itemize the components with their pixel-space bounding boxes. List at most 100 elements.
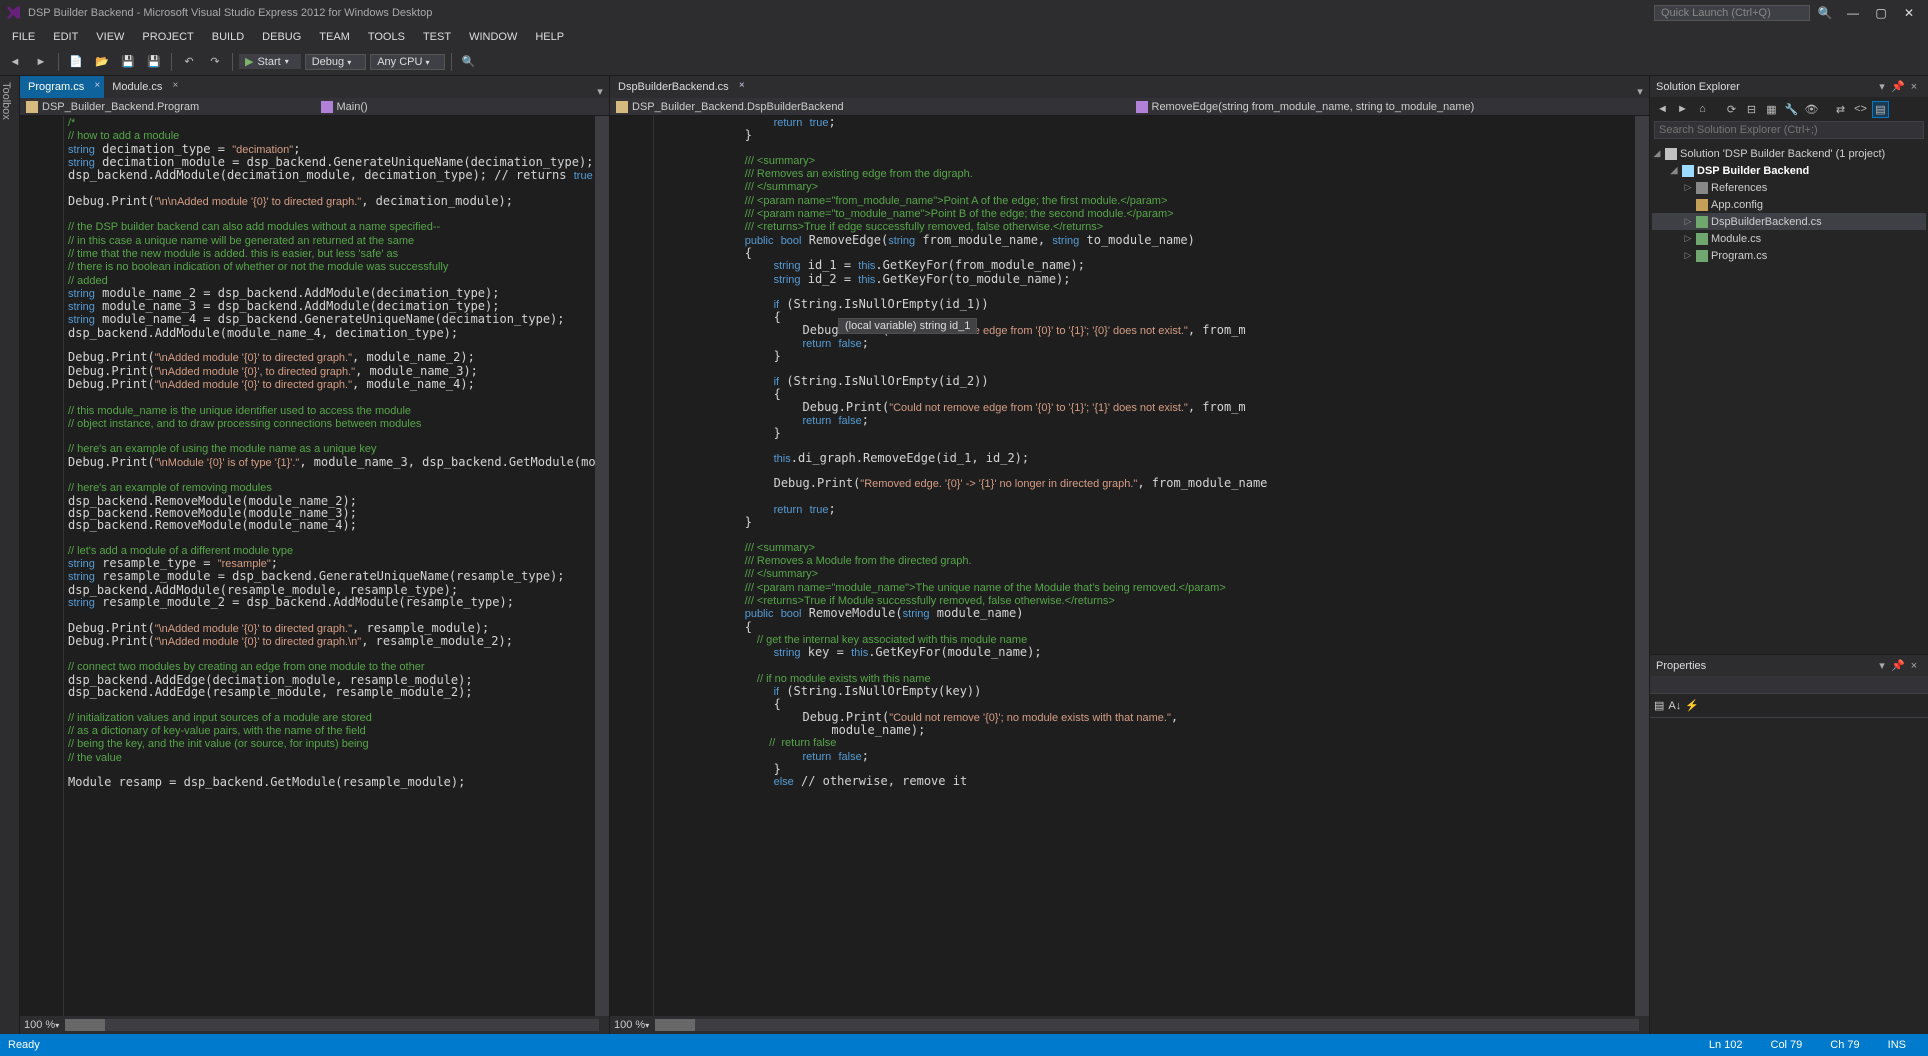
menubar: FILE EDIT VIEW PROJECT BUILD DEBUG TEAM … — [0, 26, 1928, 48]
tab-dspbuilderbackend-cs[interactable]: DspBuilderBackend.cs× — [610, 76, 749, 98]
search-icon[interactable]: 🔍 — [1812, 3, 1838, 23]
zoom-right[interactable]: 100 % — [614, 1019, 645, 1031]
new-project-button[interactable]: 📄 — [65, 51, 87, 73]
tab-module-cs[interactable]: Module.cs× — [104, 76, 182, 98]
properties-panel: Properties ▾ 📌 × ▤ A↓ ⚡ — [1650, 654, 1928, 1034]
solution-search-box[interactable] — [1650, 121, 1928, 143]
vs-icon — [6, 5, 22, 21]
show-all-icon[interactable]: ▦ — [1763, 101, 1780, 118]
close-icon[interactable]: × — [739, 80, 745, 91]
close-icon[interactable]: × — [94, 80, 100, 91]
close-button[interactable]: ✕ — [1896, 3, 1922, 23]
statusbar: Ready Ln 102 Col 79 Ch 79 INS — [0, 1034, 1928, 1056]
nav-class-left[interactable]: DSP_Builder_Backend.Program — [20, 101, 315, 113]
properties-icon[interactable]: 🔧 — [1783, 101, 1800, 118]
gutter-left[interactable] — [20, 116, 64, 1016]
undo-button[interactable]: ↶ — [178, 51, 200, 73]
alphabetical-icon[interactable]: A↓ — [1668, 700, 1681, 712]
maximize-button[interactable]: ▢ — [1868, 3, 1894, 23]
nav-member-left[interactable]: Main() — [315, 101, 610, 113]
menu-window[interactable]: WINDOW — [461, 29, 525, 45]
menu-help[interactable]: HELP — [527, 29, 572, 45]
references-node[interactable]: ▷References — [1652, 179, 1926, 196]
file-dspbuilderbackend[interactable]: ▷DspBuilderBackend.cs — [1652, 213, 1926, 230]
editor-pane-right: DspBuilderBackend.cs× ▾ DSP_Builder_Back… — [610, 76, 1650, 1034]
solution-tree[interactable]: ◢Solution 'DSP Builder Backend' (1 proje… — [1650, 143, 1928, 654]
nav-class-right[interactable]: DSP_Builder_Backend.DspBuilderBackend — [610, 101, 1130, 113]
solution-explorer-toolbar: ◄ ► ⌂ ⟳ ⊟ ▦ 🔧 👁 ⇄ <> ▤ — [1650, 97, 1928, 121]
zoom-left[interactable]: 100 % — [24, 1019, 55, 1031]
home-icon[interactable]: ⌂ — [1694, 101, 1711, 118]
toolbar: ◄ ► 📄 📂 💾 💾 ↶ ↷ ▶Start▾ Debug ▾ Any CPU … — [0, 48, 1928, 76]
platform-combo[interactable]: Any CPU ▾ — [370, 54, 444, 70]
view-icon[interactable]: ▤ — [1872, 101, 1889, 118]
menu-view[interactable]: VIEW — [88, 29, 132, 45]
vscroll-left[interactable] — [595, 116, 609, 1016]
toolbox-tab[interactable]: Toolbox — [0, 76, 20, 1034]
solution-root[interactable]: ◢Solution 'DSP Builder Backend' (1 proje… — [1652, 145, 1926, 162]
tabs-dropdown-icon[interactable]: ▾ — [591, 85, 609, 98]
refresh-icon[interactable]: ⟳ — [1723, 101, 1740, 118]
start-button[interactable]: ▶Start▾ — [239, 54, 301, 69]
status-col: Col 79 — [1757, 1039, 1817, 1051]
tab-program-cs[interactable]: Program.cs× — [20, 76, 104, 98]
back-icon[interactable]: ◄ — [1654, 101, 1671, 118]
close-icon[interactable]: × — [1906, 81, 1922, 93]
status-ins[interactable]: INS — [1874, 1039, 1920, 1051]
solution-explorer-header[interactable]: Solution Explorer ▾ 📌 × — [1650, 76, 1928, 97]
preview-icon[interactable]: 👁 — [1803, 101, 1820, 118]
menu-debug[interactable]: DEBUG — [254, 29, 309, 45]
quick-launch[interactable]: Quick Launch (Ctrl+Q) — [1654, 5, 1810, 21]
menu-project[interactable]: PROJECT — [134, 29, 201, 45]
titlebar: DSP Builder Backend - Microsoft Visual S… — [0, 0, 1928, 26]
tabstrip-right: DspBuilderBackend.cs× ▾ — [610, 76, 1649, 98]
menu-test[interactable]: TEST — [415, 29, 459, 45]
navbar-right: DSP_Builder_Backend.DspBuilderBackend Re… — [610, 98, 1649, 116]
config-combo[interactable]: Debug ▾ — [305, 54, 367, 70]
window-title: DSP Builder Backend - Microsoft Visual S… — [28, 7, 432, 19]
close-icon[interactable]: × — [1906, 660, 1922, 672]
save-all-button[interactable]: 💾 — [143, 51, 165, 73]
tabs-dropdown-icon[interactable]: ▾ — [1631, 85, 1649, 98]
open-button[interactable]: 📂 — [91, 51, 113, 73]
save-button[interactable]: 💾 — [117, 51, 139, 73]
appconfig-node[interactable]: App.config — [1652, 196, 1926, 213]
menu-file[interactable]: FILE — [4, 29, 43, 45]
panel-dropdown-icon[interactable]: ▾ — [1874, 80, 1890, 93]
menu-build[interactable]: BUILD — [204, 29, 252, 45]
file-module[interactable]: ▷Module.cs — [1652, 230, 1926, 247]
menu-tools[interactable]: TOOLS — [360, 29, 413, 45]
nav-fwd-button[interactable]: ► — [30, 51, 52, 73]
code-editor-right[interactable]: return true; } /// <summary> /// Removes… — [610, 116, 1649, 1016]
panel-dropdown-icon[interactable]: ▾ — [1874, 659, 1890, 672]
props-events-icon[interactable]: ⚡ — [1685, 699, 1699, 712]
pin-icon[interactable]: 📌 — [1890, 80, 1906, 93]
status-line: Ln 102 — [1695, 1039, 1757, 1051]
redo-button[interactable]: ↷ — [204, 51, 226, 73]
hscroll-right[interactable] — [655, 1019, 1639, 1031]
gutter-right[interactable] — [610, 116, 654, 1016]
editor-pane-left: Program.cs× Module.cs× ▾ DSP_Builder_Bac… — [20, 76, 610, 1034]
status-ch: Ch 79 — [1816, 1039, 1873, 1051]
menu-edit[interactable]: EDIT — [45, 29, 86, 45]
properties-header[interactable]: Properties ▾ 📌 × — [1650, 655, 1928, 676]
categorized-icon[interactable]: ▤ — [1654, 699, 1664, 712]
find-button[interactable]: 🔍 — [458, 51, 480, 73]
pin-icon[interactable]: × — [173, 80, 179, 91]
tabstrip-left: Program.cs× Module.cs× ▾ — [20, 76, 609, 98]
sync-icon[interactable]: ⇄ — [1832, 101, 1849, 118]
code-icon[interactable]: <> — [1852, 101, 1869, 118]
properties-object-combo[interactable] — [1650, 676, 1928, 694]
menu-team[interactable]: TEAM — [311, 29, 358, 45]
vscroll-right[interactable] — [1635, 116, 1649, 1016]
hscroll-left[interactable] — [65, 1019, 599, 1031]
nav-back-button[interactable]: ◄ — [4, 51, 26, 73]
file-program[interactable]: ▷Program.cs — [1652, 247, 1926, 264]
project-node[interactable]: ◢DSP Builder Backend — [1652, 162, 1926, 179]
fwd-icon[interactable]: ► — [1674, 101, 1691, 118]
code-editor-left[interactable]: /* // how to add a module string decimat… — [20, 116, 609, 1016]
minimize-button[interactable]: — — [1840, 3, 1866, 23]
pin-icon[interactable]: 📌 — [1890, 659, 1906, 672]
nav-member-right[interactable]: RemoveEdge(string from_module_name, stri… — [1130, 101, 1650, 113]
collapse-icon[interactable]: ⊟ — [1743, 101, 1760, 118]
